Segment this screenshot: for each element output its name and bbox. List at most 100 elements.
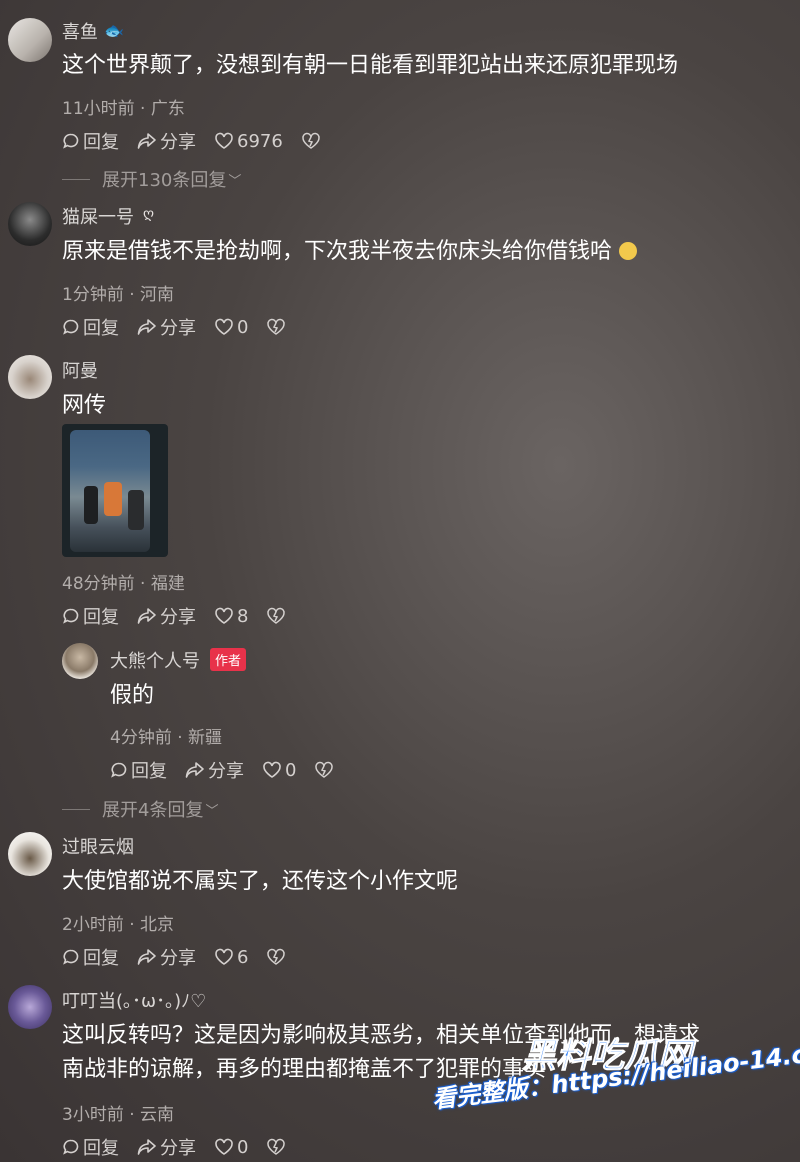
avatar[interactable] bbox=[62, 643, 98, 679]
avatar[interactable] bbox=[8, 985, 52, 1029]
broken-heart-icon bbox=[267, 318, 286, 335]
comment-image[interactable] bbox=[62, 424, 168, 557]
reply-button[interactable]: 回复 bbox=[62, 1134, 119, 1160]
like-count: 8 bbox=[237, 605, 249, 627]
share-label: 分享 bbox=[160, 607, 196, 628]
heart-icon bbox=[215, 948, 233, 965]
divider bbox=[62, 808, 90, 810]
like-count: 6976 bbox=[237, 130, 283, 152]
expand-replies-button[interactable]: 展开130条回复 ﹀ bbox=[62, 166, 241, 192]
heart-icon bbox=[263, 761, 281, 778]
reply-button[interactable]: 回复 bbox=[62, 128, 119, 154]
share-button[interactable]: 分享 bbox=[137, 603, 196, 629]
reply-icon bbox=[63, 1139, 79, 1155]
share-button[interactable]: 分享 bbox=[137, 1134, 196, 1160]
heart-icon bbox=[215, 607, 233, 624]
reply-button[interactable]: 回复 bbox=[62, 603, 119, 629]
reply-button[interactable]: 回复 bbox=[62, 944, 119, 970]
reply-icon bbox=[111, 762, 127, 778]
avatar[interactable] bbox=[8, 202, 52, 246]
divider bbox=[62, 178, 90, 180]
figure-shape bbox=[128, 490, 144, 530]
like-button[interactable]: 0 bbox=[262, 760, 296, 781]
comment-meta: 48分钟前 · 福建 bbox=[62, 574, 185, 594]
share-label: 分享 bbox=[160, 1138, 196, 1159]
heart-icon bbox=[215, 1138, 233, 1155]
reply-icon bbox=[63, 133, 79, 149]
comment-username[interactable]: 猫屎一号 bbox=[62, 203, 134, 229]
reply-icon bbox=[63, 319, 79, 335]
comment-actions: 回复 分享 6 bbox=[62, 944, 307, 970]
comment-username[interactable]: 阿曼 bbox=[62, 357, 98, 383]
broken-heart-icon bbox=[267, 1138, 286, 1155]
like-count: 0 bbox=[237, 316, 249, 338]
figure-shape bbox=[104, 482, 122, 516]
share-label: 分享 bbox=[160, 132, 196, 153]
dislike-button[interactable] bbox=[301, 132, 324, 150]
reply-button[interactable]: 回复 bbox=[62, 314, 119, 340]
share-button[interactable]: 分享 bbox=[137, 128, 196, 154]
like-count: 0 bbox=[285, 759, 297, 781]
fish-emoji-icon: 🐟 bbox=[104, 21, 124, 40]
like-button[interactable]: 6976 bbox=[214, 131, 283, 152]
comment-text: 大使馆都说不属实了，还传这个小作文呢 bbox=[62, 869, 459, 894]
comment-username[interactable]: 喜鱼 bbox=[62, 18, 98, 44]
share-icon bbox=[137, 608, 156, 624]
dislike-button[interactable] bbox=[266, 948, 289, 966]
reply-icon bbox=[63, 949, 79, 965]
comment-username[interactable]: 叮叮当(｡･ω･｡)ﾉ♡ bbox=[62, 987, 206, 1013]
share-label: 分享 bbox=[160, 948, 196, 969]
comment-meta: 3小时前 · 云南 bbox=[62, 1105, 175, 1125]
comment-text: 原来是借钱不是抢劫啊，下次我半夜去你床头给你借钱哈 bbox=[62, 236, 638, 268]
chevron-down-icon: ﹀ bbox=[228, 173, 242, 189]
share-icon bbox=[137, 319, 156, 335]
like-button[interactable]: 0 bbox=[214, 1137, 248, 1158]
expand-replies-button[interactable]: 展开4条回复 ﹀ bbox=[62, 796, 218, 822]
reply-meta: 4分钟前 · 新疆 bbox=[110, 728, 223, 748]
avatar[interactable] bbox=[8, 832, 52, 876]
reply-label: 回复 bbox=[83, 1138, 119, 1159]
share-label: 分享 bbox=[160, 318, 196, 339]
figure-shape bbox=[84, 486, 98, 524]
comment-text: 网传 bbox=[62, 393, 107, 418]
dislike-button[interactable] bbox=[266, 607, 289, 625]
share-button[interactable]: 分享 bbox=[185, 757, 244, 783]
like-button[interactable]: 0 bbox=[214, 317, 248, 338]
broken-heart-icon bbox=[315, 761, 334, 778]
broken-heart-icon bbox=[267, 607, 286, 624]
heart-icon bbox=[215, 132, 233, 149]
reply-username: 大熊个人号 作者 bbox=[110, 647, 247, 673]
share-button[interactable]: 分享 bbox=[137, 944, 196, 970]
share-icon bbox=[137, 133, 156, 149]
expand-replies-label: 展开4条回复 bbox=[102, 800, 204, 821]
comment-actions: 回复 分享 0 bbox=[62, 1134, 307, 1160]
comment-meta: 1分钟前 · 河南 bbox=[62, 285, 175, 305]
author-badge: 作者 bbox=[210, 648, 247, 671]
like-count: 6 bbox=[237, 946, 249, 968]
reply-button[interactable]: 回复 bbox=[110, 757, 167, 783]
reply-label: 回复 bbox=[83, 607, 119, 628]
video-thumbnail bbox=[70, 430, 150, 552]
comment-username[interactable]: 过眼云烟 bbox=[62, 833, 134, 859]
like-button[interactable]: 8 bbox=[214, 606, 248, 627]
share-icon bbox=[137, 1139, 156, 1155]
reply-label: 回复 bbox=[83, 132, 119, 153]
like-button[interactable]: 6 bbox=[214, 947, 248, 968]
broken-heart-icon bbox=[302, 132, 320, 149]
heart-emoji-icon: ღ bbox=[143, 206, 155, 222]
smiley-emoji-icon bbox=[619, 242, 638, 260]
reply-label: 回复 bbox=[83, 318, 119, 339]
share-label: 分享 bbox=[208, 761, 244, 782]
comment-actions: 回复 分享 6976 bbox=[62, 128, 342, 154]
dislike-button[interactable] bbox=[266, 318, 289, 336]
share-icon bbox=[137, 949, 156, 965]
share-button[interactable]: 分享 bbox=[137, 314, 196, 340]
reply-label: 回复 bbox=[83, 948, 119, 969]
comment-meta: 2小时前 · 北京 bbox=[62, 915, 175, 935]
avatar[interactable] bbox=[8, 18, 52, 62]
avatar[interactable] bbox=[8, 355, 52, 399]
dislike-button[interactable] bbox=[314, 761, 337, 779]
reply-label: 回复 bbox=[131, 761, 167, 782]
reply-icon bbox=[63, 608, 79, 624]
dislike-button[interactable] bbox=[266, 1138, 289, 1156]
